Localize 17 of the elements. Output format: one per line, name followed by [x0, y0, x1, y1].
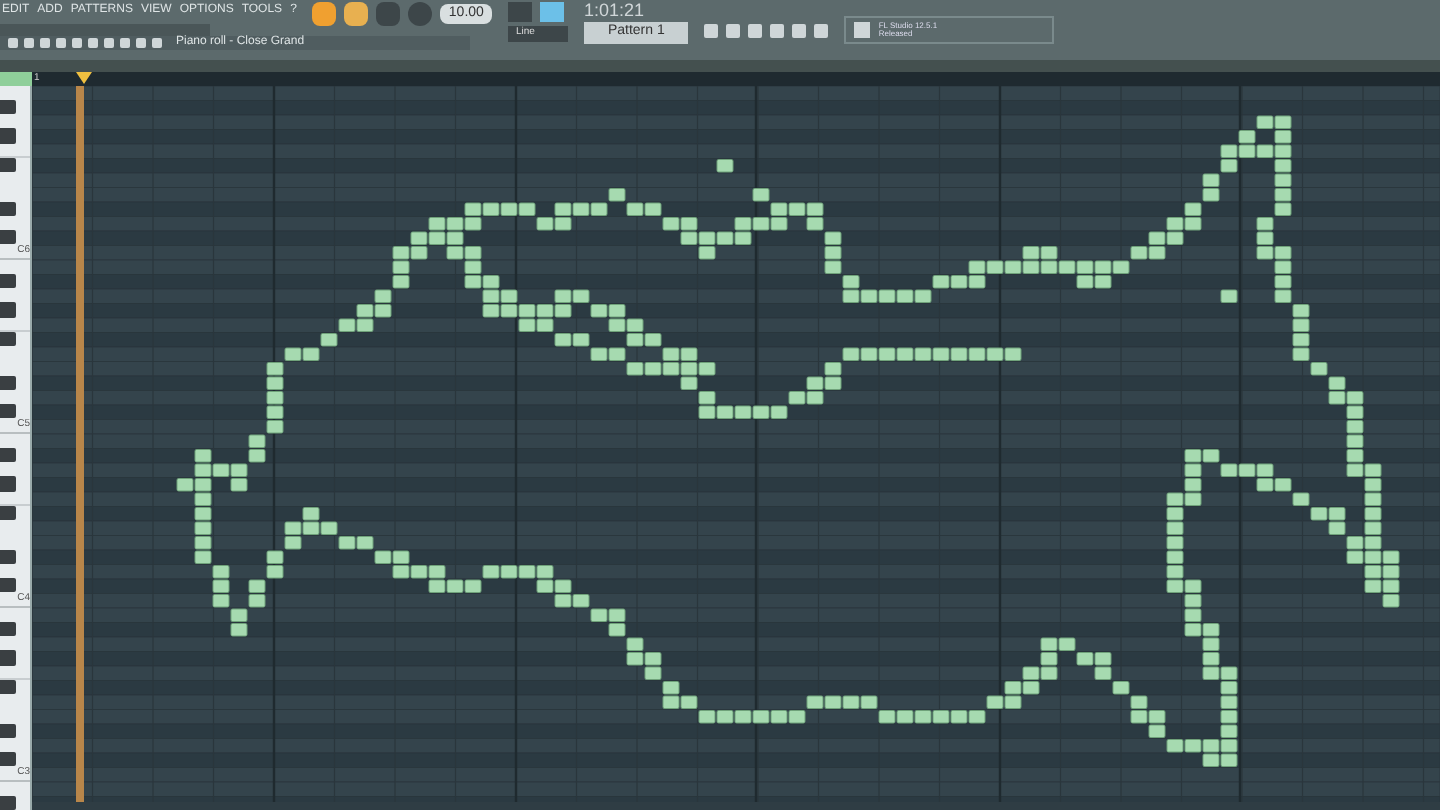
sharp-key[interactable]	[0, 447, 16, 463]
sharp-key[interactable]	[0, 273, 16, 289]
sharp-key[interactable]	[0, 230, 16, 245]
sharp-key[interactable]	[0, 578, 16, 593]
sharp-key[interactable]	[0, 795, 16, 810]
sharp-key[interactable]	[0, 549, 16, 564]
sharp-key[interactable]	[0, 99, 16, 115]
sharp-key[interactable]	[0, 375, 16, 390]
sharp-key[interactable]	[0, 621, 16, 637]
sharp-key[interactable]	[0, 723, 16, 738]
sharp-key[interactable]	[0, 752, 16, 767]
pattern-song-toggle[interactable]	[312, 2, 337, 26]
sharp-key[interactable]	[0, 201, 16, 216]
time-display: 1:01:21	[583, 0, 646, 20]
pause-button[interactable]	[344, 2, 369, 26]
notes-drawing[interactable]	[176, 114, 1400, 767]
sharp-key[interactable]	[0, 404, 16, 419]
